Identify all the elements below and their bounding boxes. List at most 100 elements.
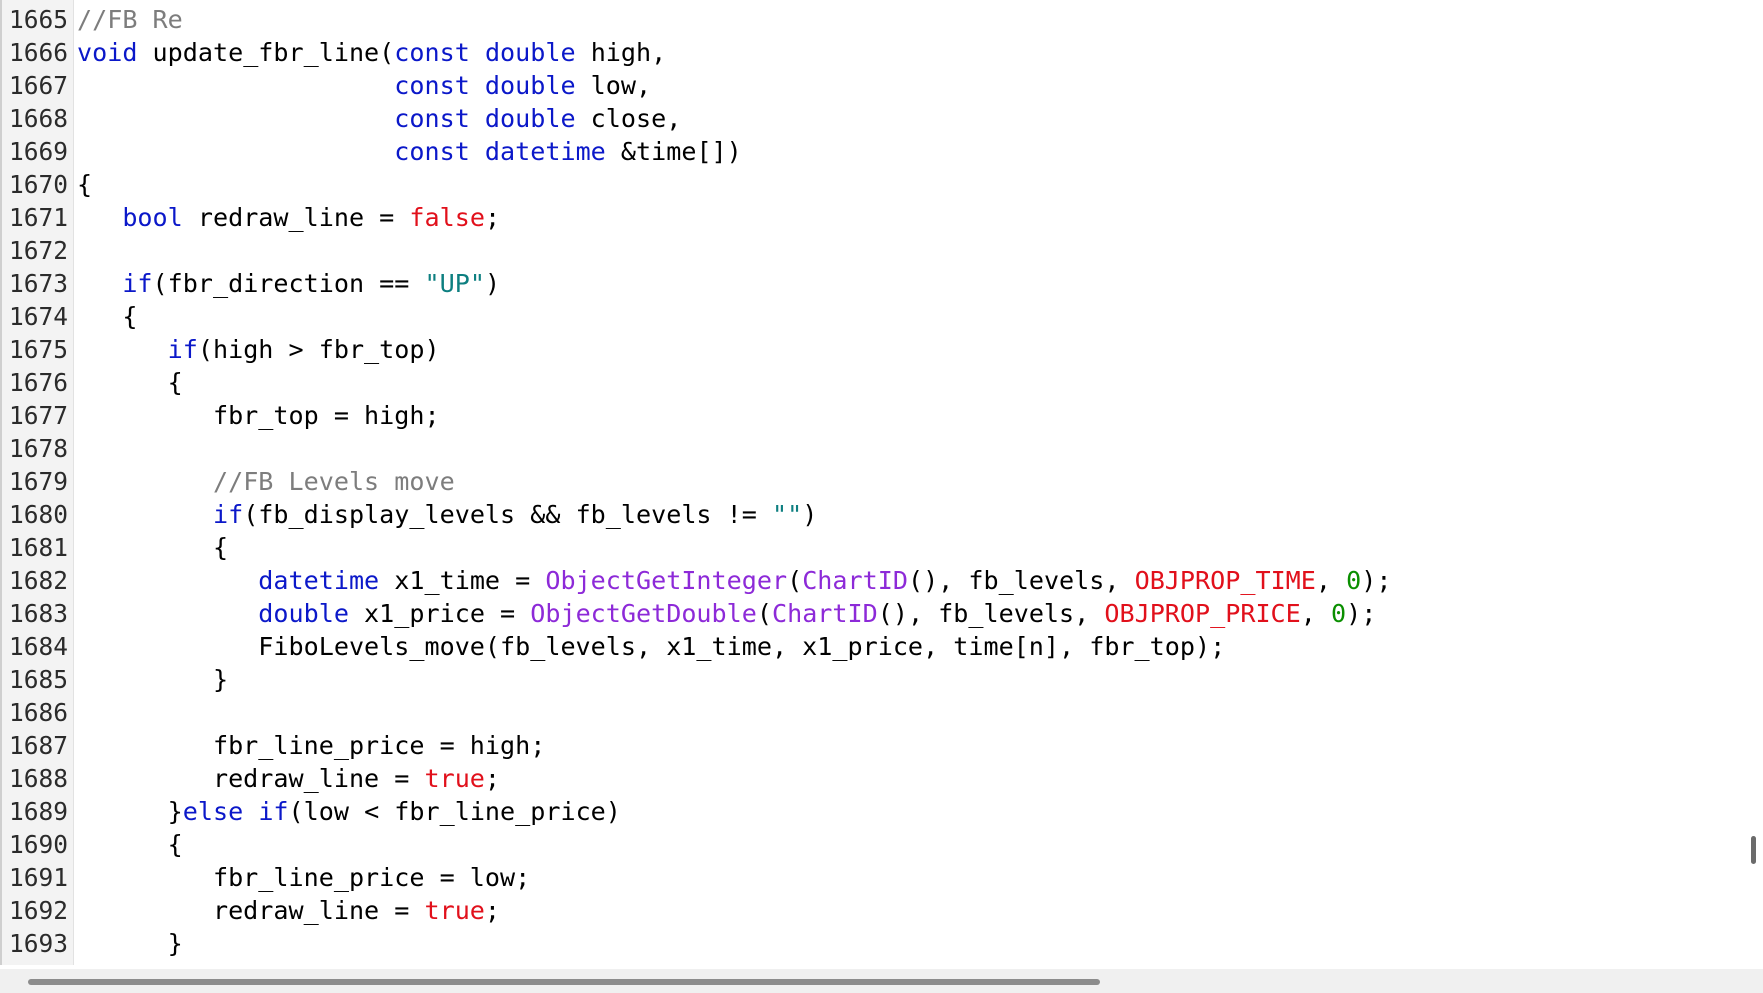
code-token: "UP": [424, 269, 485, 298]
code-token: (fb_display_levels && fb_levels !=: [243, 500, 772, 529]
horizontal-scrollbar-thumb[interactable]: [28, 979, 1100, 985]
code-token: ObjectGetInteger: [545, 566, 788, 595]
code-line[interactable]: 1673 if(fbr_direction == "UP"): [0, 267, 1740, 300]
line-number: 1690: [9, 830, 69, 859]
code-line-text: }else if(low < fbr_line_price): [77, 795, 621, 828]
code-token: if: [212, 500, 244, 529]
line-number: 1687: [9, 731, 69, 760]
line-number: 1665: [9, 5, 69, 34]
code-line-text: datetime x1_time = ObjectGetInteger(Char…: [77, 564, 1391, 597]
code-line[interactable]: 1665 //FB Re: [0, 3, 1740, 36]
code-line[interactable]: 1685 }: [0, 663, 1740, 696]
code-line[interactable]: 1692 redraw_line = true;: [0, 894, 1740, 927]
code-line[interactable]: 1688 redraw_line = true;: [0, 762, 1740, 795]
code-line-text: fbr_line_price = low;: [77, 861, 530, 894]
code-token: x1_time =: [379, 566, 546, 595]
code-token: const: [394, 104, 470, 133]
code-token: "": [771, 500, 803, 529]
line-number: 1673: [9, 269, 69, 298]
code-line[interactable]: 1687 fbr_line_price = high;: [0, 729, 1740, 762]
line-number: 1683: [9, 599, 69, 628]
code-line[interactable]: 1680 if(fb_display_levels && fb_levels !…: [0, 498, 1740, 531]
code-token: datetime: [484, 137, 606, 166]
code-line[interactable]: 1666 void update_fbr_line(const double hi…: [0, 36, 1740, 69]
code-token: {: [77, 368, 183, 397]
code-token: double: [258, 599, 349, 628]
code-line[interactable]: 1678: [0, 432, 1740, 465]
code-line[interactable]: 1671 bool redraw_line = false;: [0, 201, 1740, 234]
code-line-text: bool redraw_line = false;: [77, 201, 500, 234]
code-token: //FB Levels move: [212, 467, 455, 496]
code-token: ,: [1315, 566, 1347, 595]
code-line-text: {: [77, 828, 183, 861]
code-line-text: {: [77, 300, 137, 333]
code-line[interactable]: 1668 const double close,: [0, 102, 1740, 135]
code-line[interactable]: 1669 const datetime &time[]): [0, 135, 1740, 168]
code-token: }: [77, 797, 183, 826]
code-line[interactable]: 1691 fbr_line_price = low;: [0, 861, 1740, 894]
code-line-text: }: [77, 663, 228, 696]
code-line-text: if(high > fbr_top): [77, 333, 440, 366]
code-line[interactable]: 1686: [0, 696, 1740, 729]
code-token: {: [77, 830, 183, 859]
vertical-scrollbar[interactable]: [1741, 0, 1763, 965]
code-token: void: [77, 38, 138, 67]
code-line-text: //FB Levels move: [77, 465, 455, 498]
line-number: 1681: [9, 533, 69, 562]
code-line[interactable]: 1679 //FB Levels move: [0, 465, 1740, 498]
code-line[interactable]: 1693 }: [0, 927, 1740, 960]
line-number: 1667: [9, 71, 69, 100]
code-line[interactable]: 1677 fbr_top = high;: [0, 399, 1740, 432]
code-token: ;: [484, 896, 501, 925]
line-number: 1691: [9, 863, 69, 892]
code-token: {: [77, 170, 93, 199]
code-token: true: [424, 896, 485, 925]
code-token: close,: [575, 104, 682, 133]
code-line[interactable]: 1675 if(high > fbr_top): [0, 333, 1740, 366]
code-line[interactable]: 1681 {: [0, 531, 1740, 564]
horizontal-scrollbar[interactable]: [0, 969, 1763, 993]
line-number: 1693: [9, 929, 69, 958]
code-token: const: [394, 71, 470, 100]
code-line[interactable]: 1690 {: [0, 828, 1740, 861]
code-line[interactable]: 1683 double x1_price = ObjectGetDouble(C…: [0, 597, 1740, 630]
code-token: bool: [122, 203, 183, 232]
code-token: if: [122, 269, 153, 298]
code-token: fbr_top = high;: [77, 401, 440, 430]
code-token: OBJPROP_TIME: [1134, 566, 1316, 595]
code-token: redraw_line =: [182, 203, 410, 232]
code-token: redraw_line =: [77, 764, 425, 793]
line-number: 1671: [9, 203, 69, 232]
code-line[interactable]: 1674 {: [0, 300, 1740, 333]
code-editor[interactable]: 1665 //FB Re 1666 void update_fbr_line(cons…: [0, 0, 1763, 993]
line-number: 1669: [9, 137, 69, 166]
code-token: true: [424, 764, 485, 793]
code-token: double: [484, 71, 576, 100]
line-number: 1666: [9, 38, 69, 67]
code-line[interactable]: 1667 const double low,: [0, 69, 1740, 102]
code-text-area[interactable]: 1665 //FB Re 1666 void update_fbr_line(cons…: [0, 3, 1740, 965]
code-token: &time[]): [605, 137, 742, 166]
code-token: else: [182, 797, 244, 826]
code-line-text: fbr_line_price = high;: [77, 729, 545, 762]
vertical-scrollbar-thumb[interactable]: [1751, 836, 1756, 864]
line-number: 1679: [9, 467, 69, 496]
code-token: false: [409, 203, 485, 232]
code-line[interactable]: 1684 FiboLevels_move(fb_levels, x1_time,…: [0, 630, 1740, 663]
code-line[interactable]: 1689 }else if(low < fbr_line_price): [0, 795, 1740, 828]
code-line[interactable]: 1672: [0, 234, 1740, 267]
code-token: high,: [575, 38, 667, 67]
line-number: 1686: [9, 698, 69, 727]
code-line[interactable]: 1676 {: [0, 366, 1740, 399]
code-line[interactable]: 1670 {: [0, 168, 1740, 201]
code-token: (: [756, 599, 772, 628]
line-number: 1689: [9, 797, 69, 826]
code-token: double: [484, 104, 576, 133]
code-line[interactable]: 1682 datetime x1_time = ObjectGetInteger…: [0, 564, 1740, 597]
